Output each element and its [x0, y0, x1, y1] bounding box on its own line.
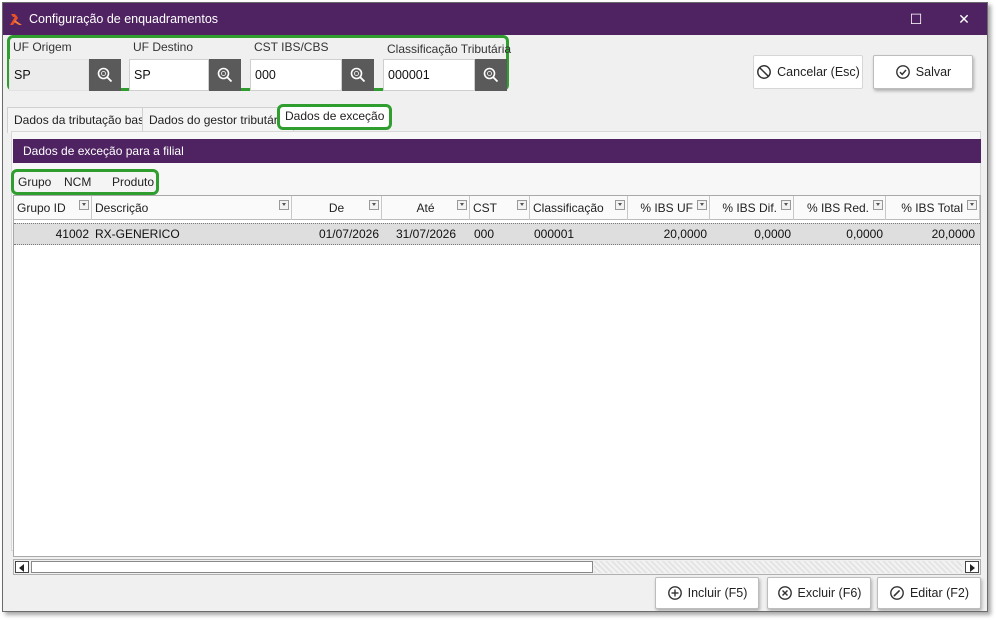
subtab-grupo[interactable]: Grupo [18, 174, 51, 190]
column-header-ibs-red[interactable]: % IBS Red. [794, 196, 886, 220]
save-label: Salvar [915, 65, 952, 79]
delete-label: Excluir (F6) [797, 586, 862, 600]
classificacao-field[interactable]: 000001 [383, 59, 475, 91]
filter-icon[interactable] [279, 200, 289, 210]
column-header-grupo-id[interactable]: Grupo ID [14, 196, 92, 220]
classificacao-label: Classificação Tributária [387, 42, 512, 56]
uf-destino-label: UF Destino [133, 40, 194, 54]
save-button[interactable]: Salvar [873, 55, 973, 89]
filter-icon[interactable] [697, 200, 707, 210]
column-header-de[interactable]: De [292, 196, 382, 220]
add-button[interactable]: Incluir (F5) [655, 577, 759, 609]
plus-circle-icon [667, 585, 682, 600]
filter-icon[interactable] [781, 200, 791, 210]
close-button[interactable]: ✕ [941, 3, 987, 35]
edit-label: Editar (F2) [909, 586, 970, 600]
column-header-ate[interactable]: Até [382, 196, 470, 220]
cst-field[interactable]: 000 [250, 59, 342, 91]
classificacao-search-button[interactable] [475, 59, 507, 91]
uf-origem-search-button[interactable] [89, 59, 121, 91]
uf-origem-field[interactable]: SP [9, 59, 89, 91]
filter-icon[interactable] [967, 200, 977, 210]
cancel-label: Cancelar (Esc) [777, 65, 860, 79]
title-bar: Configuração de enquadramentos ☐ ✕ [3, 3, 987, 35]
column-header-classificacao[interactable]: Classificação [530, 196, 628, 220]
table-row[interactable]: 41002 RX-GENERICO 01/07/2026 31/07/2026 … [14, 223, 980, 245]
uf-origem-label: UF Origem [13, 40, 72, 54]
cst-label: CST IBS/CBS [254, 40, 329, 54]
check-circle-icon [895, 64, 910, 79]
x-circle-icon [777, 585, 792, 600]
cell-ate: 31/07/2026 [395, 227, 457, 241]
cell-de: 01/07/2026 [318, 227, 379, 241]
app-logo-icon [10, 14, 22, 25]
cell-descricao: RX-GENERICO [95, 227, 180, 241]
tab-dados-gestor-tributario[interactable]: Dados do gestor tributário [142, 107, 295, 133]
cell-grupo-id: 41002 [55, 227, 89, 241]
filter-icon[interactable] [457, 200, 467, 210]
maximize-button[interactable]: ☐ [893, 3, 939, 35]
grid-header: Grupo ID Descrição De Até CST Classifica… [14, 196, 980, 220]
subtab-produto[interactable]: Produto [112, 174, 154, 190]
cancel-button[interactable]: Cancelar (Esc) [753, 55, 863, 89]
window-title: Configuração de enquadramentos [29, 12, 219, 26]
add-label: Incluir (F5) [687, 586, 748, 600]
section-title: Dados de exceção para a filial [13, 139, 981, 163]
search-icon [350, 67, 366, 83]
scrollbar-track[interactable] [594, 561, 962, 573]
cst-search-button[interactable] [342, 59, 374, 91]
search-icon [483, 67, 499, 83]
column-header-ibs-uf[interactable]: % IBS UF [628, 196, 710, 220]
delete-button[interactable]: Excluir (F6) [767, 577, 871, 609]
cell-classificacao: 000001 [534, 227, 575, 241]
uf-destino-field[interactable]: SP [129, 59, 209, 91]
filter-icon[interactable] [873, 200, 883, 210]
cell-cst: 000 [474, 227, 495, 241]
filter-icon[interactable] [615, 200, 625, 210]
search-icon [97, 67, 113, 83]
cell-ibs-uf: 20,0000 [663, 227, 707, 241]
edit-pencil-icon [890, 585, 904, 600]
cell-ibs-dif: 0,0000 [754, 227, 791, 241]
cell-ibs-total: 20,0000 [931, 227, 975, 241]
cell-ibs-red: 0,0000 [846, 227, 883, 241]
column-header-ibs-dif[interactable]: % IBS Dif. [710, 196, 794, 220]
filter-icon[interactable] [369, 200, 379, 210]
column-header-ibs-total[interactable]: % IBS Total [886, 196, 980, 220]
filter-icon[interactable] [79, 200, 89, 210]
scroll-right-arrow-icon[interactable] [965, 561, 979, 573]
search-icon [217, 67, 233, 83]
edit-button[interactable]: Editar (F2) [877, 577, 981, 609]
exceptions-grid: Grupo ID Descrição De Até CST Classifica… [13, 195, 981, 557]
subtab-group: Grupo NCM Produto [11, 169, 159, 195]
column-header-cst[interactable]: CST [470, 196, 530, 220]
tab-dados-excecao[interactable]: Dados de exceção [277, 104, 393, 130]
cancel-icon [757, 64, 772, 79]
horizontal-scrollbar[interactable] [13, 559, 981, 575]
tab-dados-tributacao-base[interactable]: Dados da tributação base [7, 107, 158, 133]
column-header-descricao[interactable]: Descrição [92, 196, 292, 220]
scroll-left-arrow-icon[interactable] [15, 561, 29, 573]
filter-icon[interactable] [517, 200, 527, 210]
uf-destino-search-button[interactable] [209, 59, 241, 91]
scrollbar-thumb[interactable] [31, 561, 593, 573]
subtab-ncm[interactable]: NCM [64, 174, 91, 190]
config-window: Configuração de enquadramentos ☐ ✕ UF Or… [2, 2, 988, 612]
